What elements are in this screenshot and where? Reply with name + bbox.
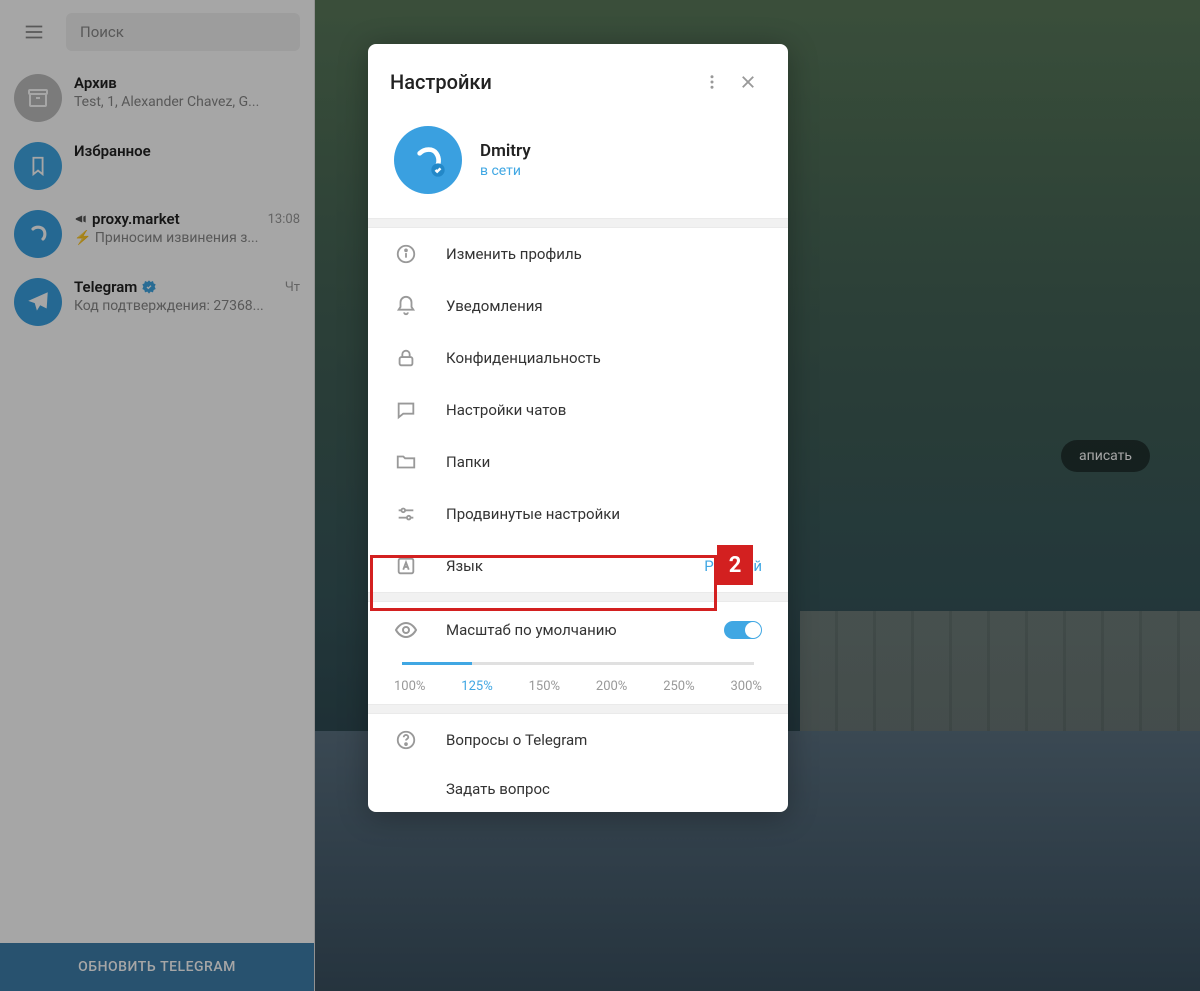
profile-name: Dmitry	[480, 141, 531, 161]
settings-item-privacy[interactable]: Конфиденциальность	[368, 332, 788, 384]
settings-item-folders[interactable]: Папки	[368, 436, 788, 488]
scale-options: 100% 125% 150% 200% 250% 300%	[394, 679, 762, 694]
sliders-icon	[394, 502, 418, 526]
settings-item-edit-profile[interactable]: Изменить профиль	[368, 228, 788, 280]
scale-toggle[interactable]	[724, 621, 762, 639]
bell-icon	[394, 294, 418, 318]
info-icon	[394, 242, 418, 266]
modal-header: Настройки	[368, 44, 788, 112]
settings-label: Папки	[446, 453, 762, 471]
scale-option[interactable]: 125%	[461, 679, 492, 694]
settings-label: Язык	[446, 557, 676, 575]
settings-item-faq[interactable]: Вопросы о Telegram	[368, 714, 788, 766]
settings-item-advanced[interactable]: Продвинутые настройки	[368, 488, 788, 540]
annotation-badge: 2	[717, 545, 753, 585]
lock-icon	[394, 346, 418, 370]
eye-icon	[394, 618, 418, 642]
kebab-icon	[703, 73, 721, 91]
chat-icon	[394, 398, 418, 422]
modal-title: Настройки	[390, 70, 694, 94]
settings-item-notifications[interactable]: Уведомления	[368, 280, 788, 332]
scale-option[interactable]: 300%	[730, 679, 761, 694]
settings-label: Конфиденциальность	[446, 349, 762, 367]
settings-list: Изменить профиль Уведомления Конфиденциа…	[368, 228, 788, 592]
scale-label: Масштаб по умолчанию	[446, 621, 696, 639]
settings-item-ask[interactable]: Задать вопрос	[368, 766, 788, 812]
scale-option[interactable]: 150%	[529, 679, 560, 694]
language-icon	[394, 554, 418, 578]
scale-slider[interactable]	[402, 662, 754, 665]
profile-status: в сети	[480, 163, 531, 179]
settings-label: Настройки чатов	[446, 401, 762, 419]
close-button[interactable]	[730, 64, 766, 100]
close-icon	[739, 73, 757, 91]
scale-option[interactable]: 200%	[596, 679, 627, 694]
profile-avatar	[394, 126, 462, 194]
profile-row[interactable]: Dmitry в сети	[368, 112, 788, 218]
more-button[interactable]	[694, 64, 730, 100]
settings-label: Продвинутые настройки	[446, 505, 762, 523]
scale-option[interactable]: 250%	[663, 679, 694, 694]
scale-section: Масштаб по умолчанию 100% 125% 150% 200%…	[368, 602, 788, 704]
settings-item-chat-settings[interactable]: Настройки чатов	[368, 384, 788, 436]
question-icon	[394, 728, 418, 752]
settings-label: Вопросы о Telegram	[446, 731, 762, 749]
settings-label: Уведомления	[446, 297, 762, 315]
scale-option[interactable]: 100%	[394, 679, 425, 694]
settings-modal: Настройки Dmitry в сети Изменить профиль	[368, 44, 788, 812]
folder-icon	[394, 450, 418, 474]
settings-label: Изменить профиль	[446, 245, 762, 263]
